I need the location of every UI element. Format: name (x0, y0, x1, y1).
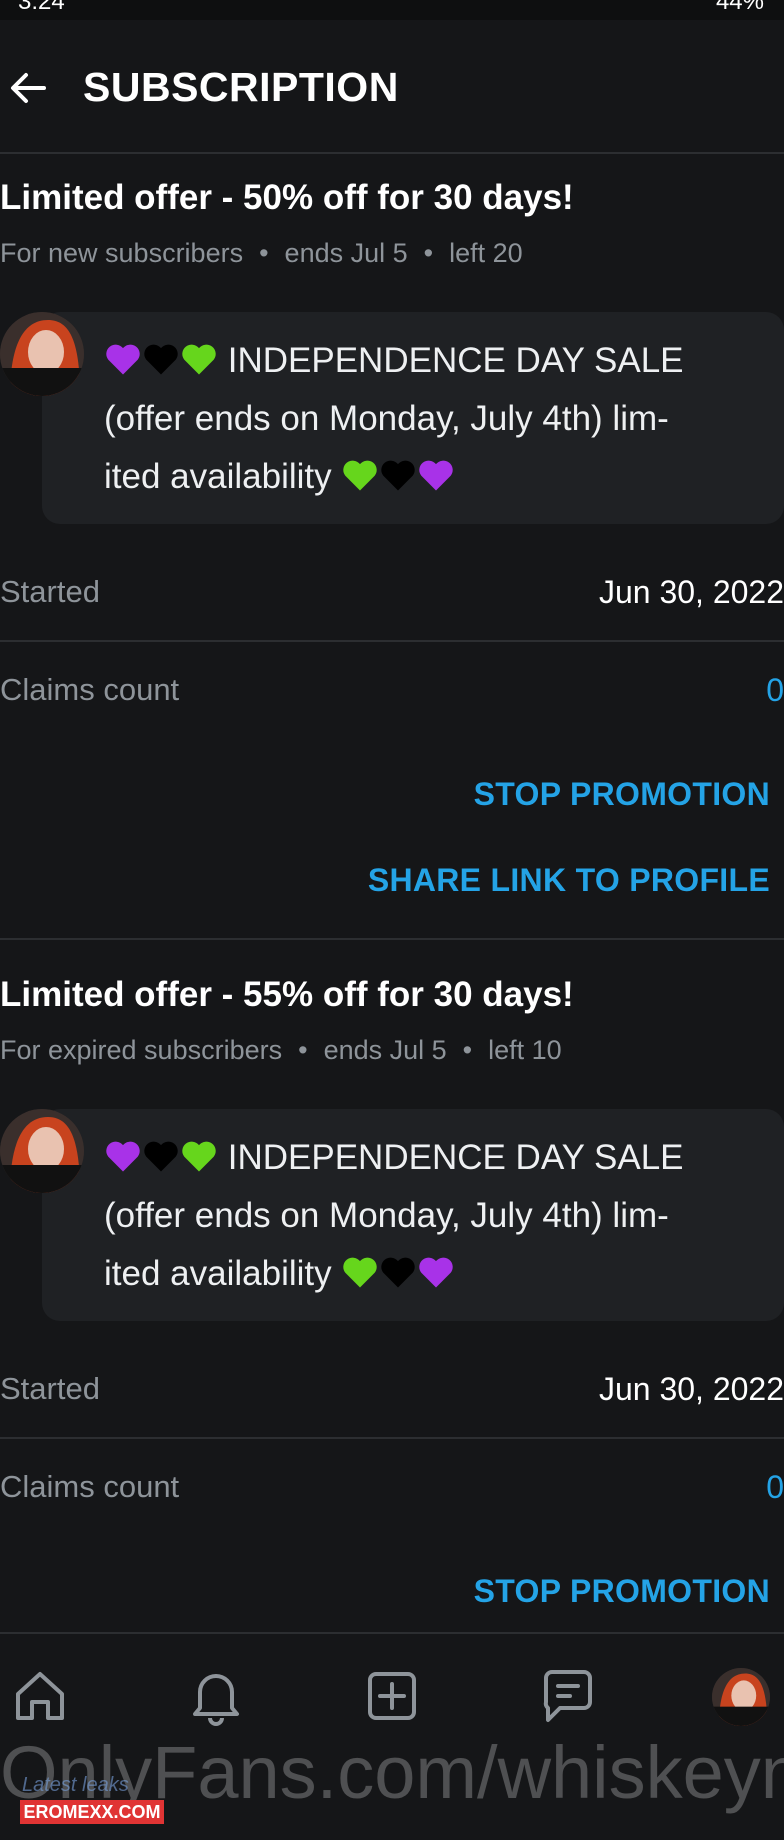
stop-promotion-button[interactable]: STOP PROMOTION (474, 1573, 770, 1610)
status-time: 3:24 (18, 0, 65, 15)
share-link-button[interactable]: SHARE LINK TO PROFILE (368, 862, 770, 899)
divider (0, 640, 784, 642)
message-line2: (offer ends on Monday, July 4th) lim- (104, 399, 669, 438)
offer-left: left 10 (488, 1035, 562, 1065)
black-heart-icon (144, 1141, 178, 1172)
claims-value: 0 (766, 1469, 784, 1505)
profile-avatar[interactable] (712, 1668, 770, 1726)
offer-left: left 20 (449, 238, 523, 268)
page-title: SUBSCRIPTION (83, 64, 399, 110)
message-text: INDEPENDENCE DAY SALE (offer ends on Mon… (104, 332, 764, 506)
app-header: SUBSCRIPTION (0, 20, 784, 154)
claims-label: Claims count (0, 1469, 180, 1504)
green-heart-icon (343, 1257, 378, 1288)
messages-icon[interactable] (536, 1664, 600, 1728)
purple-heart-icon (106, 344, 140, 375)
black-heart-icon (381, 460, 416, 491)
stop-promotion-button[interactable]: STOP PROMOTION (474, 776, 770, 813)
section-divider (0, 938, 784, 940)
green-heart-icon (182, 1141, 216, 1172)
purple-heart-icon (419, 1257, 454, 1288)
home-icon[interactable] (8, 1664, 72, 1728)
started-label: Started (0, 1371, 100, 1406)
message-line2: (offer ends on Monday, July 4th) lim- (104, 1196, 669, 1235)
message-line1: INDEPENDENCE DAY SALE (227, 1138, 684, 1177)
avatar[interactable] (0, 312, 84, 396)
message-line3: ited availability (104, 1254, 332, 1293)
status-bar: 3:24 44% (0, 0, 784, 20)
green-heart-icon (182, 344, 216, 375)
add-post-icon[interactable] (360, 1664, 424, 1728)
started-value: Jun 30, 2022 (598, 574, 784, 610)
claims-label: Claims count (0, 672, 180, 707)
separator-dot: • (423, 238, 434, 268)
started-value: Jun 30, 2022 (598, 1371, 784, 1407)
message-text: INDEPENDENCE DAY SALE (offer ends on Mon… (104, 1129, 764, 1303)
offer-ends: ends Jul 5 (323, 1035, 447, 1065)
offer-audience: For new subscribers (0, 238, 244, 268)
purple-heart-icon (419, 460, 454, 491)
offer-meta: For expired subscribers • ends Jul 5 • left … (0, 1035, 562, 1066)
message-bubble: INDEPENDENCE DAY SALE (offer ends on Mon… (42, 312, 784, 524)
offer-meta: For new subscribers • ends Jul 5 • left 20 (0, 238, 523, 269)
claims-value: 0 (766, 672, 784, 708)
purple-heart-icon (106, 1141, 140, 1172)
bottom-nav (0, 1632, 784, 1738)
separator-dot: • (462, 1035, 473, 1065)
back-arrow-icon[interactable] (6, 66, 50, 110)
offer-ends: ends Jul 5 (284, 238, 408, 268)
separator-dot: • (298, 1035, 308, 1065)
offer-title: Limited offer - 50% off for 30 days! (0, 178, 574, 217)
bell-icon[interactable] (184, 1664, 248, 1728)
started-label: Started (0, 574, 100, 609)
divider (0, 1437, 784, 1439)
offer-card: Limited offer - 55% off for 30 days! For… (0, 957, 784, 1627)
offer-card: Limited offer - 50% off for 30 days! For… (0, 160, 784, 940)
black-heart-icon (381, 1257, 416, 1288)
watermark-logo: EROMEXX.COM (20, 1800, 164, 1824)
green-heart-icon (343, 460, 378, 491)
message-line3: ited availability (104, 457, 332, 496)
status-battery: 44% (715, 0, 764, 15)
offer-audience: For expired subscribers (0, 1035, 283, 1065)
message-bubble: INDEPENDENCE DAY SALE (offer ends on Mon… (42, 1109, 784, 1321)
separator-dot: • (259, 238, 269, 268)
avatar[interactable] (0, 1109, 84, 1193)
watermark-logo-caption: Latest leaks (22, 1774, 129, 1796)
message-line1: INDEPENDENCE DAY SALE (227, 341, 684, 380)
offer-title: Limited offer - 55% off for 30 days! (0, 975, 574, 1014)
black-heart-icon (144, 344, 178, 375)
